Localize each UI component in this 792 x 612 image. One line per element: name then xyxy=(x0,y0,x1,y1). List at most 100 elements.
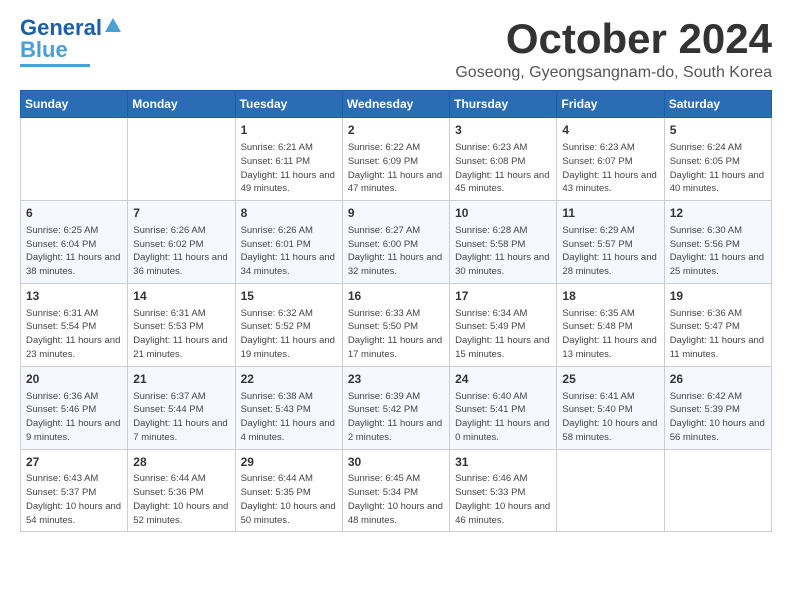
day-content: Sunrise: 6:34 AM Sunset: 5:49 PM Dayligh… xyxy=(455,307,551,362)
calendar-cell: 27Sunrise: 6:43 AM Sunset: 5:37 PM Dayli… xyxy=(21,449,128,532)
calendar-cell xyxy=(128,118,235,201)
calendar-cell: 21 Sunrise: 6:37 AM Sunset: 5:44 PM Dayli… xyxy=(128,366,235,449)
day-number: 10 xyxy=(455,205,551,222)
calendar-cell: 22Sunrise: 6:38 AM Sunset: 5:43 PM Dayli… xyxy=(235,366,342,449)
day-number: 8 xyxy=(241,205,337,222)
calendar-week-3: 13 Sunrise: 6:31 AM Sunset: 5:54 PM Dayli… xyxy=(21,283,772,366)
day-content: Sunrise: 6:46 AM Sunset: 5:33 PM Dayligh… xyxy=(455,472,551,527)
column-header-sunday: Sunday xyxy=(21,91,128,118)
calendar-cell: 14 Sunrise: 6:31 AM Sunset: 5:53 PM Dayli… xyxy=(128,283,235,366)
day-content: Sunrise: 6:23 AM Sunset: 6:08 PM Dayligh… xyxy=(455,141,551,196)
calendar-week-5: 27Sunrise: 6:43 AM Sunset: 5:37 PM Dayli… xyxy=(21,449,772,532)
day-content: Sunrise: 6:31 AM Sunset: 5:54 PM Dayligh… xyxy=(26,307,122,362)
day-content: Sunrise: 6:36 AM Sunset: 5:46 PM Dayligh… xyxy=(26,390,122,445)
location-subtitle: Goseong, Gyeongsangnam-do, South Korea xyxy=(455,64,772,82)
page-header: General Blue October 2024 Goseong, Gyeon… xyxy=(20,16,772,82)
day-content: Sunrise: 6:26 AM Sunset: 6:01 PM Dayligh… xyxy=(241,224,337,279)
calendar-cell: 30Sunrise: 6:45 AM Sunset: 5:34 PM Dayli… xyxy=(342,449,449,532)
day-number: 29 xyxy=(241,454,337,471)
day-content: Sunrise: 6:45 AM Sunset: 5:34 PM Dayligh… xyxy=(348,472,444,527)
calendar-cell: 20 Sunrise: 6:36 AM Sunset: 5:46 PM Dayli… xyxy=(21,366,128,449)
day-number: 24 xyxy=(455,371,551,388)
calendar-cell: 9Sunrise: 6:27 AM Sunset: 6:00 PM Daylig… xyxy=(342,201,449,284)
day-number: 30 xyxy=(348,454,444,471)
day-content: Sunrise: 6:27 AM Sunset: 6:00 PM Dayligh… xyxy=(348,224,444,279)
day-content: Sunrise: 6:42 AM Sunset: 5:39 PM Dayligh… xyxy=(670,390,766,445)
day-number: 20 xyxy=(26,371,122,388)
day-number: 19 xyxy=(670,288,766,305)
day-content: Sunrise: 6:43 AM Sunset: 5:37 PM Dayligh… xyxy=(26,472,122,527)
calendar-cell: 3 Sunrise: 6:23 AM Sunset: 6:08 PM Daylig… xyxy=(450,118,557,201)
day-content: Sunrise: 6:22 AM Sunset: 6:09 PM Dayligh… xyxy=(348,141,444,196)
day-number: 3 xyxy=(455,122,551,139)
calendar-cell: 2 Sunrise: 6:22 AM Sunset: 6:09 PM Daylig… xyxy=(342,118,449,201)
day-number: 4 xyxy=(562,122,658,139)
column-header-wednesday: Wednesday xyxy=(342,91,449,118)
day-content: Sunrise: 6:30 AM Sunset: 5:56 PM Dayligh… xyxy=(670,224,766,279)
day-content: Sunrise: 6:36 AM Sunset: 5:47 PM Dayligh… xyxy=(670,307,766,362)
calendar-cell: 18 Sunrise: 6:35 AM Sunset: 5:48 PM Dayli… xyxy=(557,283,664,366)
day-number: 27 xyxy=(26,454,122,471)
day-number: 16 xyxy=(348,288,444,305)
calendar-cell: 24 Sunrise: 6:40 AM Sunset: 5:41 PM Dayli… xyxy=(450,366,557,449)
month-title: October 2024 xyxy=(455,16,772,62)
column-header-saturday: Saturday xyxy=(664,91,771,118)
logo-icon xyxy=(104,16,122,34)
calendar-cell: 28Sunrise: 6:44 AM Sunset: 5:36 PM Dayli… xyxy=(128,449,235,532)
day-content: Sunrise: 6:29 AM Sunset: 5:57 PM Dayligh… xyxy=(562,224,658,279)
day-content: Sunrise: 6:28 AM Sunset: 5:58 PM Dayligh… xyxy=(455,224,551,279)
day-content: Sunrise: 6:31 AM Sunset: 5:53 PM Dayligh… xyxy=(133,307,229,362)
calendar-cell: 13 Sunrise: 6:31 AM Sunset: 5:54 PM Dayli… xyxy=(21,283,128,366)
day-content: Sunrise: 6:33 AM Sunset: 5:50 PM Dayligh… xyxy=(348,307,444,362)
header-row: SundayMondayTuesdayWednesdayThursdayFrid… xyxy=(21,91,772,118)
day-number: 13 xyxy=(26,288,122,305)
calendar-week-1: 1 Sunrise: 6:21 AM Sunset: 6:11 PM Daylig… xyxy=(21,118,772,201)
calendar-cell: 1 Sunrise: 6:21 AM Sunset: 6:11 PM Daylig… xyxy=(235,118,342,201)
day-content: Sunrise: 6:39 AM Sunset: 5:42 PM Dayligh… xyxy=(348,390,444,445)
calendar-table: SundayMondayTuesdayWednesdayThursdayFrid… xyxy=(20,90,772,532)
calendar-cell xyxy=(21,118,128,201)
day-number: 18 xyxy=(562,288,658,305)
day-number: 17 xyxy=(455,288,551,305)
title-area: October 2024 Goseong, Gyeongsangnam-do, … xyxy=(455,16,772,82)
calendar-cell: 6Sunrise: 6:25 AM Sunset: 6:04 PM Daylig… xyxy=(21,201,128,284)
calendar-cell: 8 Sunrise: 6:26 AM Sunset: 6:01 PM Daylig… xyxy=(235,201,342,284)
calendar-week-2: 6Sunrise: 6:25 AM Sunset: 6:04 PM Daylig… xyxy=(21,201,772,284)
calendar-cell xyxy=(557,449,664,532)
day-content: Sunrise: 6:25 AM Sunset: 6:04 PM Dayligh… xyxy=(26,224,122,279)
day-number: 12 xyxy=(670,205,766,222)
calendar-cell: 23 Sunrise: 6:39 AM Sunset: 5:42 PM Dayli… xyxy=(342,366,449,449)
day-content: Sunrise: 6:21 AM Sunset: 6:11 PM Dayligh… xyxy=(241,141,337,196)
day-content: Sunrise: 6:24 AM Sunset: 6:05 PM Dayligh… xyxy=(670,141,766,196)
day-content: Sunrise: 6:40 AM Sunset: 5:41 PM Dayligh… xyxy=(455,390,551,445)
day-number: 15 xyxy=(241,288,337,305)
column-header-monday: Monday xyxy=(128,91,235,118)
logo-text2: Blue xyxy=(20,39,68,61)
calendar-cell: 19 Sunrise: 6:36 AM Sunset: 5:47 PM Dayli… xyxy=(664,283,771,366)
day-number: 14 xyxy=(133,288,229,305)
day-number: 23 xyxy=(348,371,444,388)
calendar-cell: 15 Sunrise: 6:32 AM Sunset: 5:52 PM Dayli… xyxy=(235,283,342,366)
calendar-cell: 29Sunrise: 6:44 AM Sunset: 5:35 PM Dayli… xyxy=(235,449,342,532)
day-number: 1 xyxy=(241,122,337,139)
day-content: Sunrise: 6:35 AM Sunset: 5:48 PM Dayligh… xyxy=(562,307,658,362)
day-content: Sunrise: 6:32 AM Sunset: 5:52 PM Dayligh… xyxy=(241,307,337,362)
day-number: 31 xyxy=(455,454,551,471)
day-content: Sunrise: 6:41 AM Sunset: 5:40 PM Dayligh… xyxy=(562,390,658,445)
logo-text: General xyxy=(20,17,102,39)
day-number: 7 xyxy=(133,205,229,222)
day-content: Sunrise: 6:37 AM Sunset: 5:44 PM Dayligh… xyxy=(133,390,229,445)
day-content: Sunrise: 6:44 AM Sunset: 5:36 PM Dayligh… xyxy=(133,472,229,527)
day-number: 21 xyxy=(133,371,229,388)
day-number: 28 xyxy=(133,454,229,471)
column-header-tuesday: Tuesday xyxy=(235,91,342,118)
logo: General Blue xyxy=(20,16,122,67)
column-header-thursday: Thursday xyxy=(450,91,557,118)
calendar-cell xyxy=(664,449,771,532)
calendar-cell: 25 Sunrise: 6:41 AM Sunset: 5:40 PM Dayli… xyxy=(557,366,664,449)
day-content: Sunrise: 6:44 AM Sunset: 5:35 PM Dayligh… xyxy=(241,472,337,527)
calendar-cell: 17 Sunrise: 6:34 AM Sunset: 5:49 PM Dayli… xyxy=(450,283,557,366)
day-number: 25 xyxy=(562,371,658,388)
day-number: 2 xyxy=(348,122,444,139)
day-number: 11 xyxy=(562,205,658,222)
